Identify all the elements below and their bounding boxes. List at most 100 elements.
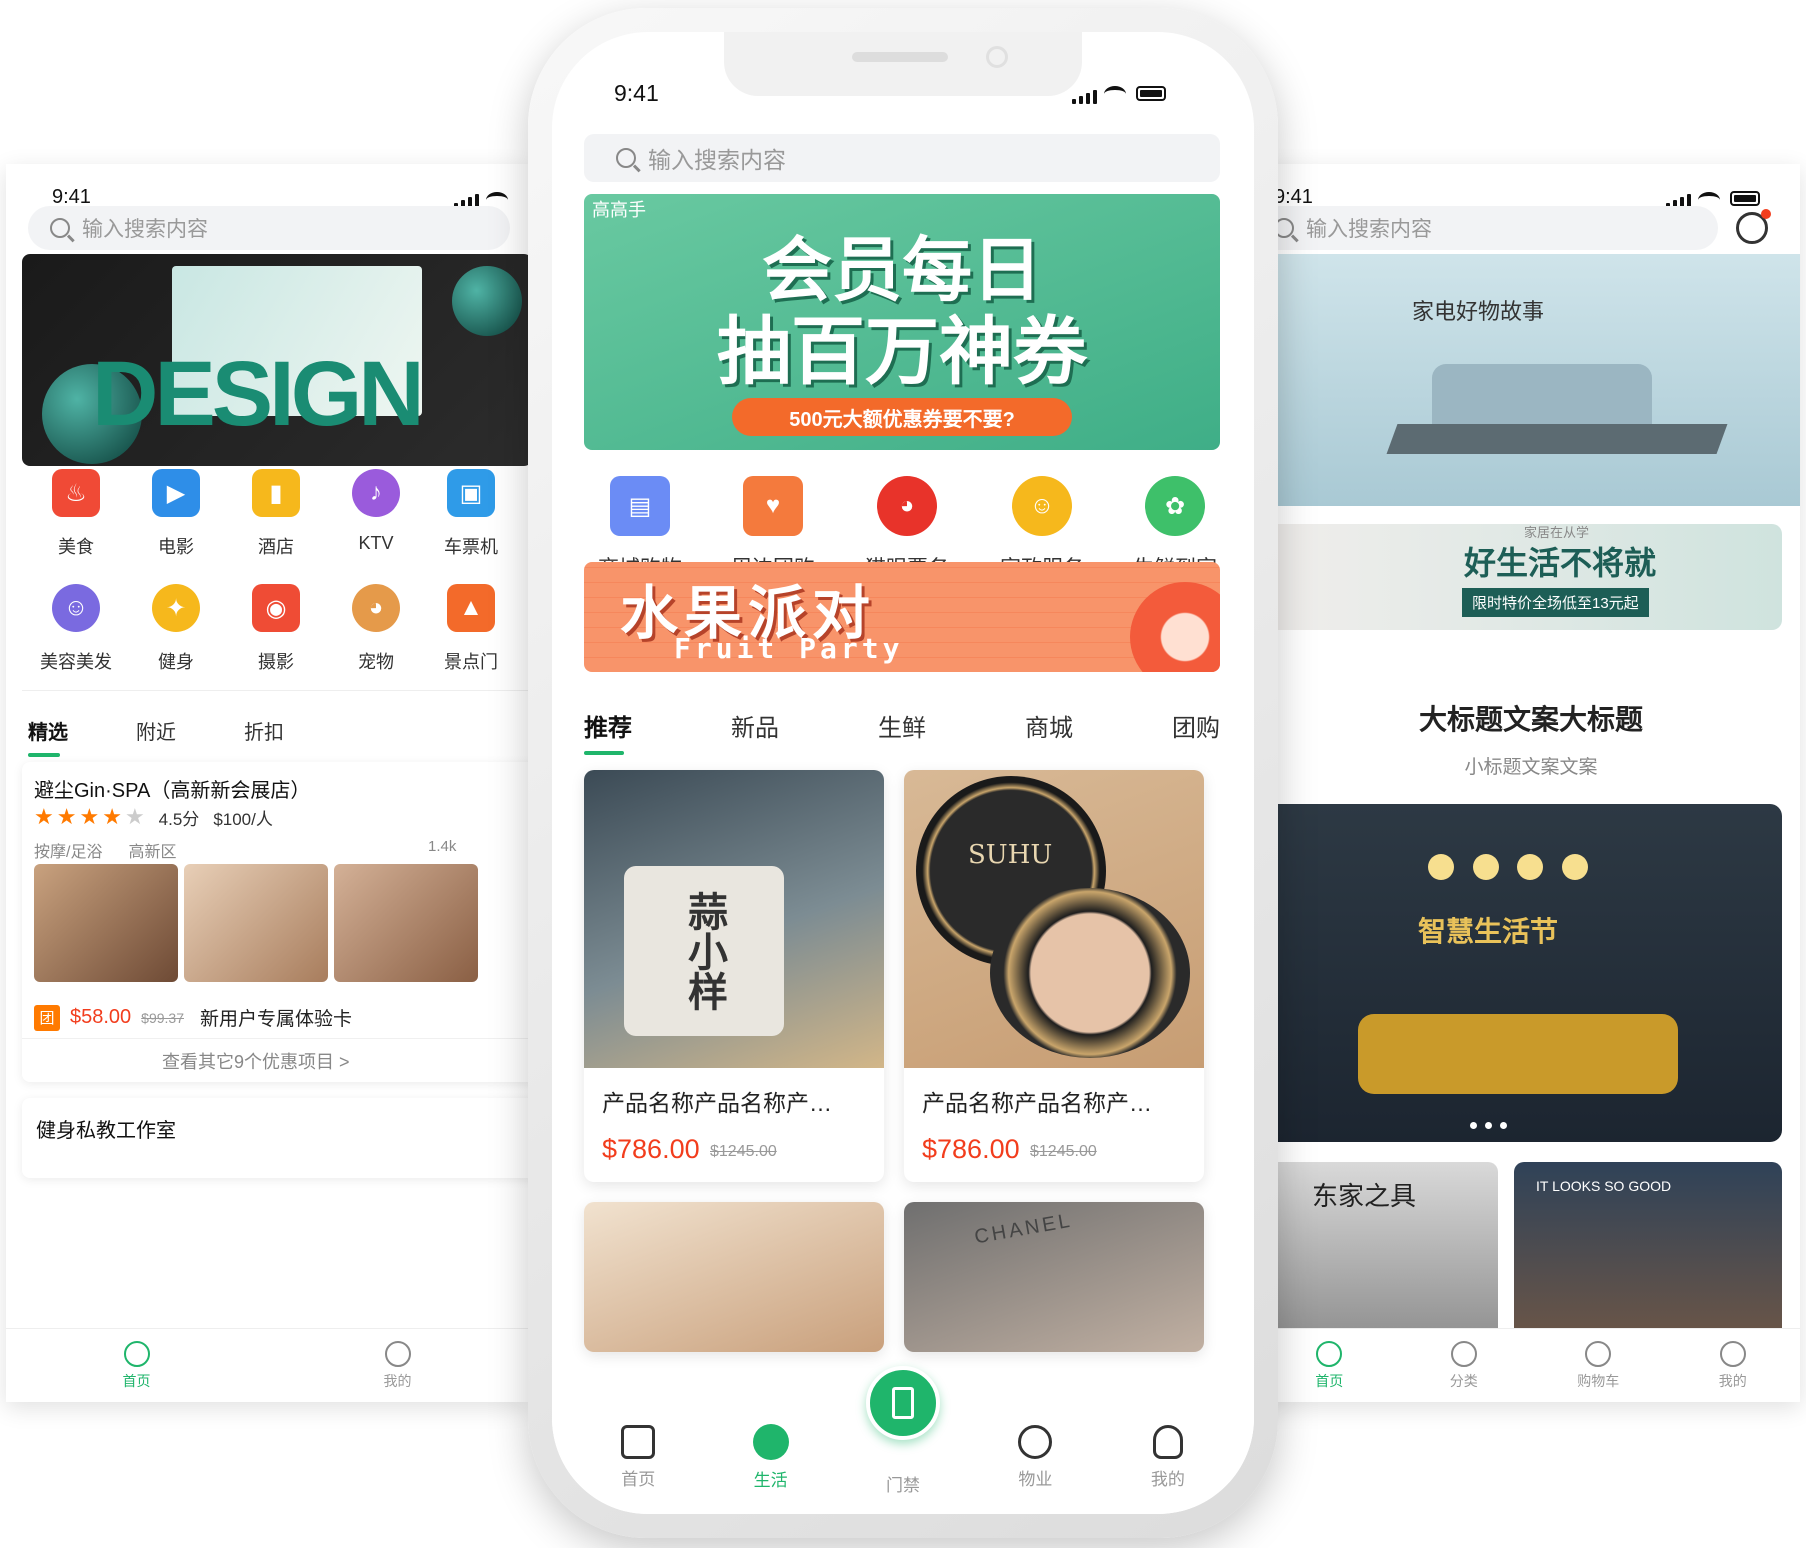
shop-district: 高新区 [128, 844, 177, 861]
spa-photo[interactable] [34, 864, 178, 982]
grid-icon [1450, 1340, 1477, 1367]
battery-icon [1730, 191, 1760, 206]
product-old-price: $1245.00 [1030, 1143, 1097, 1160]
banner-line-2: 抽百万神券 [717, 310, 1087, 393]
tab-new[interactable]: 新品 [731, 708, 779, 743]
shopping-bag-icon: ♥ [743, 476, 803, 536]
brand-label: CHANEL [972, 1209, 1075, 1249]
right-phone-screen: 9:41 输入搜索内容 家电好物故事 家居在从学 好生活不将就 限时特价全场低至… [1262, 164, 1800, 1402]
banner-subtitle-pill: 500元大额优惠券要不要? [732, 398, 1072, 436]
shop-tags: 按摩/足浴 [34, 844, 103, 861]
scenic-icon: ▲ [447, 584, 495, 632]
fruit-party-banner[interactable]: 水果派对 Fruit Party [584, 562, 1220, 672]
search-placeholder: 输入搜索内容 [648, 147, 786, 173]
appliance-banner[interactable]: 家电好物故事 [1262, 254, 1800, 506]
category-ktv[interactable]: ♪ KTV [326, 469, 426, 559]
category-beauty[interactable]: ☺ 美容美发 [26, 584, 126, 674]
category-pets[interactable]: ◕ 宠物 [326, 584, 426, 674]
product-card[interactable]: SUHU 产品名称产品名称产… $786.00 $1245.00 [904, 770, 1204, 1182]
search-icon [50, 218, 70, 238]
category-row-2: ☺ 美容美发 ✦ 健身 ◉ 摄影 ◕ 宠物 ▲ 景点门 [26, 584, 516, 674]
furniture-tile-1[interactable]: 东家之具 [1262, 1162, 1498, 1342]
tab-life[interactable]: 生活 [704, 1400, 836, 1514]
product-card[interactable]: 蒜小样 产品名称产品名称产… $786.00 $1245.00 [584, 770, 884, 1182]
message-icon[interactable] [1736, 209, 1771, 244]
tab-home[interactable]: 首页 [572, 1400, 704, 1514]
user-icon [384, 1340, 411, 1367]
product-price: $786.00 [602, 1134, 700, 1164]
status-time: 9:41 [614, 80, 659, 106]
tab-home[interactable]: 首页 [6, 1329, 267, 1402]
product-price: $786.00 [922, 1134, 1020, 1164]
user-icon [1719, 1340, 1746, 1367]
tile-title: IT LOOKS SO GOOD [1536, 1178, 1672, 1194]
product-card[interactable] [584, 1202, 884, 1352]
tab-category[interactable]: 分类 [1397, 1329, 1532, 1402]
left-tabs: 精选 附近 折扣 [28, 716, 284, 757]
tab-access[interactable]: 门禁 [837, 1366, 969, 1514]
product-card[interactable]: CHANEL [904, 1202, 1204, 1352]
search-icon [616, 148, 636, 168]
more-deals-link[interactable]: 查看其它9个优惠项目 > [162, 1048, 350, 1074]
food-icon: ♨ [52, 469, 100, 517]
sofa-shape [1358, 1014, 1678, 1094]
search-input[interactable]: 输入搜索内容 [584, 134, 1220, 182]
tab-mine[interactable]: 我的 [1666, 1329, 1801, 1402]
smile-icon [1018, 1424, 1053, 1459]
category-food[interactable]: ♨ 美食 [26, 469, 126, 559]
shop-card[interactable]: 避尘Gin·SPA（高新新会展店） ★ ★ ★ ★ ★ 4.5分 $100/人 按摩/足… [22, 762, 528, 1082]
shop-name: 避尘Gin·SPA（高新新会展店） [34, 780, 311, 802]
spa-photo[interactable] [184, 864, 328, 982]
cushion-compact [990, 888, 1190, 1058]
tab-featured[interactable]: 精选 [28, 716, 68, 757]
left-tabbar: 首页 我的 [6, 1328, 528, 1402]
smart-life-banner[interactable]: 智慧生活节 [1262, 804, 1782, 1142]
tab-groupbuy[interactable]: 团购 [1172, 708, 1220, 743]
jar-label: 蒜小样 [624, 866, 784, 1036]
category-scenic[interactable]: ▲ 景点门 [426, 584, 516, 674]
star-icon: ★ [56, 804, 77, 829]
tab-mine[interactable]: 我的 [267, 1329, 528, 1402]
design-banner[interactable]: DESIGN [22, 254, 528, 466]
category-fitness[interactable]: ✦ 健身 [126, 584, 226, 674]
banner-sphere-small [452, 266, 522, 336]
tab-recommend[interactable]: 推荐 [584, 708, 632, 755]
door-icon [866, 1366, 941, 1440]
movie-icon: ▶ [152, 469, 200, 517]
home-icon [1316, 1340, 1343, 1367]
search-placeholder: 输入搜索内容 [1306, 218, 1432, 241]
deal-row[interactable]: 团 $58.00 $99.37 新用户专属体验卡 [34, 1004, 352, 1031]
tab-home[interactable]: 首页 [1262, 1329, 1397, 1402]
deal-old-price: $99.37 [141, 1009, 184, 1026]
lifestyle-banner[interactable]: 家居在从学 好生活不将就 限时特价全场低至13元起 [1262, 524, 1782, 630]
grapefruit-shape [1130, 582, 1220, 672]
category-row-1: ♨ 美食 ▶ 电影 ▮ 酒店 ♪ KTV ▣ 车票机 [26, 469, 516, 559]
shop-card-next[interactable]: 健身私教工作室 [22, 1098, 528, 1178]
spa-photo[interactable] [334, 864, 478, 982]
tab-mine[interactable]: 我的 [1102, 1400, 1234, 1514]
tab-property[interactable]: 物业 [969, 1400, 1101, 1514]
tab-mall[interactable]: 商城 [1025, 708, 1073, 743]
hotel-icon: ▮ [252, 469, 300, 517]
search-input[interactable]: 输入搜索内容 [1262, 206, 1718, 250]
category-movie[interactable]: ▶ 电影 [126, 469, 226, 559]
chandelier [1428, 854, 1588, 894]
speaker [852, 52, 948, 62]
cart-icon [1585, 1340, 1612, 1367]
tab-cart[interactable]: 购物车 [1531, 1329, 1666, 1402]
category-tickets[interactable]: ▣ 车票机 [426, 469, 516, 559]
tab-discount[interactable]: 折扣 [244, 716, 284, 745]
tab-nearby[interactable]: 附近 [136, 716, 176, 745]
banner-title: 好生活不将就 [1464, 545, 1657, 581]
wifi-icon [1698, 192, 1720, 208]
tab-fresh[interactable]: 生鲜 [878, 708, 926, 743]
member-coupon-banner[interactable]: 高高手 会员每日 抽百万神券 500元大额优惠券要不要? [584, 194, 1220, 450]
promo-title-en: Fruit Party [674, 632, 904, 665]
category-hotel[interactable]: ▮ 酒店 [226, 469, 326, 559]
search-placeholder: 输入搜索内容 [82, 218, 208, 241]
category-photo[interactable]: ◉ 摄影 [226, 584, 326, 674]
divider [22, 690, 528, 691]
fitness-icon: ✦ [152, 584, 200, 632]
furniture-tile-2[interactable]: IT LOOKS SO GOOD [1514, 1162, 1782, 1342]
search-input[interactable]: 输入搜索内容 [28, 206, 510, 250]
